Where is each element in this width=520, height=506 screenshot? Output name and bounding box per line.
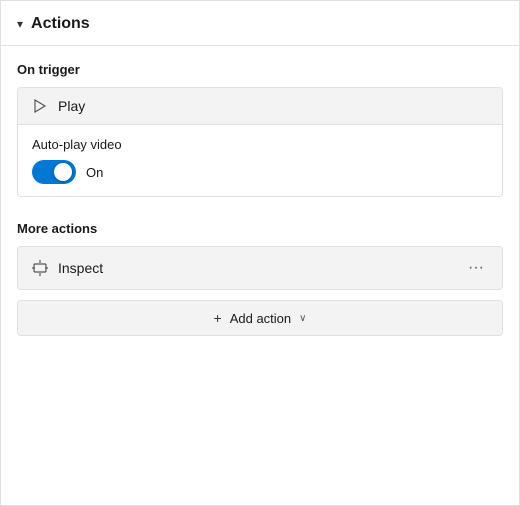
autoplay-toggle[interactable] (32, 160, 76, 184)
inspect-left: Inspect (32, 260, 103, 276)
plus-icon: + (214, 310, 222, 326)
play-row[interactable]: Play (18, 88, 502, 125)
autoplay-row: Auto-play video On (18, 125, 502, 196)
on-trigger-label: On trigger (17, 62, 503, 77)
more-actions-label: More actions (17, 221, 503, 236)
more-actions-section: More actions Inspect ··· (1, 205, 519, 344)
inspect-icon (32, 260, 48, 276)
toggle-row: On (32, 160, 488, 184)
toggle-state-label: On (86, 165, 103, 180)
inspect-label: Inspect (58, 260, 103, 276)
more-menu-icon[interactable]: ··· (464, 257, 488, 279)
panel-title: Actions (31, 15, 90, 33)
play-icon (32, 98, 48, 114)
actions-panel: ▾ Actions On trigger Play Auto-play vide… (0, 0, 520, 506)
panel-header[interactable]: ▾ Actions (1, 1, 519, 46)
inspect-row[interactable]: Inspect ··· (17, 246, 503, 290)
add-action-label: Add action (230, 311, 291, 326)
play-label: Play (58, 98, 85, 114)
toggle-thumb (54, 163, 72, 181)
add-action-chevron-icon: ∨ (299, 313, 306, 324)
chevron-down-icon: ▾ (17, 17, 23, 31)
autoplay-title: Auto-play video (32, 137, 488, 152)
add-action-button[interactable]: + Add action ∨ (17, 300, 503, 336)
play-card: Play Auto-play video On (17, 87, 503, 197)
on-trigger-section: On trigger Play Auto-play video (1, 46, 519, 205)
